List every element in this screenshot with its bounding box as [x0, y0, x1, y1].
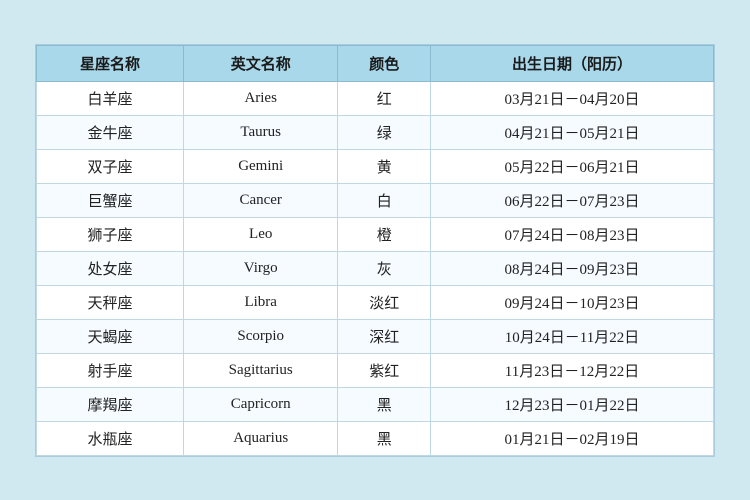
cell-english: Aries [183, 81, 337, 115]
zodiac-table: 星座名称 英文名称 颜色 出生日期（阳历） 白羊座Aries红03月21日－04… [36, 45, 714, 456]
cell-color: 紫红 [338, 353, 431, 387]
cell-chinese: 巨蟹座 [37, 183, 184, 217]
cell-dates: 11月23日－12月22日 [430, 353, 713, 387]
cell-color: 淡红 [338, 285, 431, 319]
cell-color: 红 [338, 81, 431, 115]
table-row: 摩羯座Capricorn黑12月23日－01月22日 [37, 387, 714, 421]
cell-chinese: 金牛座 [37, 115, 184, 149]
cell-color: 灰 [338, 251, 431, 285]
cell-english: Capricorn [183, 387, 337, 421]
cell-dates: 05月22日－06月21日 [430, 149, 713, 183]
cell-english: Scorpio [183, 319, 337, 353]
cell-dates: 06月22日－07月23日 [430, 183, 713, 217]
col-header-chinese: 星座名称 [37, 45, 184, 81]
cell-color: 黑 [338, 421, 431, 455]
col-header-english: 英文名称 [183, 45, 337, 81]
table-row: 水瓶座Aquarius黑01月21日－02月19日 [37, 421, 714, 455]
table-row: 天蝎座Scorpio深红10月24日－11月22日 [37, 319, 714, 353]
cell-color: 橙 [338, 217, 431, 251]
cell-english: Virgo [183, 251, 337, 285]
table-row: 金牛座Taurus绿04月21日－05月21日 [37, 115, 714, 149]
cell-chinese: 射手座 [37, 353, 184, 387]
cell-chinese: 处女座 [37, 251, 184, 285]
cell-color: 黑 [338, 387, 431, 421]
table-row: 处女座Virgo灰08月24日－09月23日 [37, 251, 714, 285]
cell-chinese: 天秤座 [37, 285, 184, 319]
cell-chinese: 白羊座 [37, 81, 184, 115]
cell-dates: 04月21日－05月21日 [430, 115, 713, 149]
cell-color: 绿 [338, 115, 431, 149]
cell-dates: 10月24日－11月22日 [430, 319, 713, 353]
cell-chinese: 摩羯座 [37, 387, 184, 421]
cell-color: 白 [338, 183, 431, 217]
cell-color: 黄 [338, 149, 431, 183]
table-row: 白羊座Aries红03月21日－04月20日 [37, 81, 714, 115]
cell-english: Cancer [183, 183, 337, 217]
table-header-row: 星座名称 英文名称 颜色 出生日期（阳历） [37, 45, 714, 81]
table-row: 巨蟹座Cancer白06月22日－07月23日 [37, 183, 714, 217]
cell-dates: 01月21日－02月19日 [430, 421, 713, 455]
col-header-color: 颜色 [338, 45, 431, 81]
cell-dates: 12月23日－01月22日 [430, 387, 713, 421]
table-row: 射手座Sagittarius紫红11月23日－12月22日 [37, 353, 714, 387]
table-row: 双子座Gemini黄05月22日－06月21日 [37, 149, 714, 183]
table-row: 狮子座Leo橙07月24日－08月23日 [37, 217, 714, 251]
cell-dates: 08月24日－09月23日 [430, 251, 713, 285]
cell-chinese: 水瓶座 [37, 421, 184, 455]
cell-english: Libra [183, 285, 337, 319]
cell-dates: 09月24日－10月23日 [430, 285, 713, 319]
col-header-dates: 出生日期（阳历） [430, 45, 713, 81]
zodiac-table-wrapper: 星座名称 英文名称 颜色 出生日期（阳历） 白羊座Aries红03月21日－04… [35, 44, 715, 457]
cell-english: Aquarius [183, 421, 337, 455]
cell-dates: 07月24日－08月23日 [430, 217, 713, 251]
cell-english: Gemini [183, 149, 337, 183]
cell-color: 深红 [338, 319, 431, 353]
cell-english: Taurus [183, 115, 337, 149]
cell-dates: 03月21日－04月20日 [430, 81, 713, 115]
table-row: 天秤座Libra淡红09月24日－10月23日 [37, 285, 714, 319]
cell-chinese: 双子座 [37, 149, 184, 183]
cell-chinese: 狮子座 [37, 217, 184, 251]
cell-english: Leo [183, 217, 337, 251]
cell-english: Sagittarius [183, 353, 337, 387]
cell-chinese: 天蝎座 [37, 319, 184, 353]
